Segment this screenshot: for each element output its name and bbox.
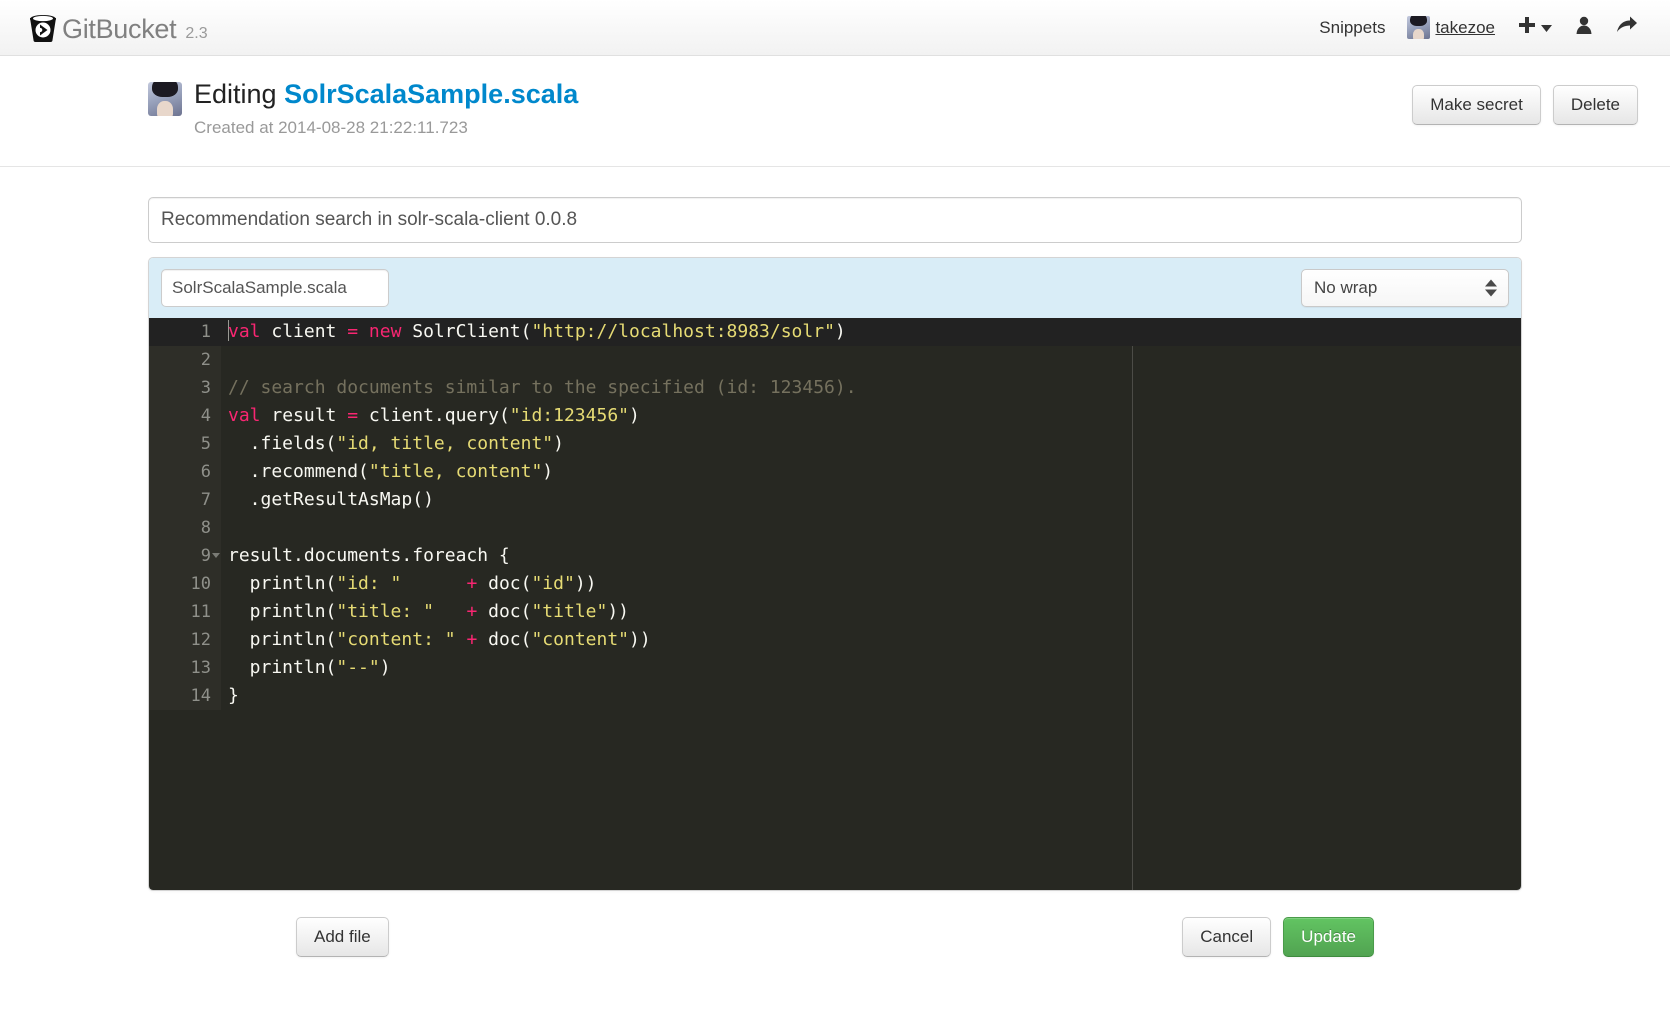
gitbucket-logo-icon bbox=[28, 15, 58, 43]
code-line[interactable]: 14} bbox=[149, 682, 1521, 710]
line-number: 11 bbox=[149, 598, 221, 626]
new-item-menu[interactable] bbox=[1517, 15, 1552, 40]
update-button[interactable]: Update bbox=[1283, 917, 1374, 958]
editor-toolbar: No wrap bbox=[149, 258, 1521, 318]
code-line[interactable]: 7 .getResultAsMap() bbox=[149, 486, 1521, 514]
nav-username: takezoe bbox=[1435, 17, 1495, 37]
line-code-text bbox=[221, 514, 1521, 542]
cancel-button[interactable]: Cancel bbox=[1182, 917, 1272, 958]
line-number: 9 bbox=[149, 542, 221, 570]
line-number: 12 bbox=[149, 626, 221, 654]
line-number: 8 bbox=[149, 514, 221, 542]
add-file-button[interactable]: Add file bbox=[296, 917, 389, 958]
code-line[interactable]: 3 // search documents similar to the spec… bbox=[149, 374, 1521, 402]
brand-name: GitBucket bbox=[62, 14, 177, 44]
line-code-text: val result = client.query("id:123456") bbox=[228, 405, 640, 426]
line-number: 2 bbox=[149, 346, 221, 374]
page-title: Editing SolrScalaSample.scala bbox=[194, 79, 578, 110]
delete-button[interactable]: Delete bbox=[1552, 85, 1638, 126]
line-number: 6 bbox=[149, 458, 221, 486]
nav-user-menu[interactable]: takezoe bbox=[1407, 16, 1495, 39]
code-editor-panel: No wrap 1val client = new SolrClient("ht… bbox=[148, 257, 1522, 891]
line-code-text: } bbox=[228, 685, 239, 706]
brand-logo-group[interactable]: GitBucket 2.3 bbox=[28, 10, 208, 45]
main-content: No wrap 1val client = new SolrClient("ht… bbox=[0, 167, 1670, 958]
code-line[interactable]: 8 bbox=[149, 514, 1521, 542]
line-code-text: println("--") bbox=[228, 657, 391, 678]
line-code-text bbox=[221, 346, 1521, 374]
code-line[interactable]: 11 println("title: " + doc("title")) bbox=[149, 598, 1521, 626]
file-name-input[interactable] bbox=[161, 269, 389, 307]
code-line[interactable]: 5 .fields("id, title, content") bbox=[149, 430, 1521, 458]
created-at-text: Created at 2014-08-28 21:22:11.723 bbox=[194, 117, 468, 137]
caret-down-icon bbox=[1541, 19, 1552, 37]
line-code-text: println("content: " + doc("content")) bbox=[228, 629, 651, 650]
owner-avatar bbox=[148, 82, 182, 116]
code-line[interactable]: 4 val result = client.query("id:123456") bbox=[149, 402, 1521, 430]
wrap-mode-select[interactable]: No wrap bbox=[1301, 269, 1509, 307]
line-code-text: result.documents.foreach { bbox=[228, 545, 510, 566]
plus-icon bbox=[1517, 15, 1537, 40]
line-number: 13 bbox=[149, 654, 221, 682]
code-line[interactable]: 13 println("--") bbox=[149, 654, 1521, 682]
brand-version: 2.3 bbox=[185, 25, 208, 42]
code-line[interactable]: 12 println("content: " + doc("content")) bbox=[149, 626, 1521, 654]
line-code-text: val client = new SolrClient("http://loca… bbox=[221, 318, 1521, 346]
line-code-text: .recommend("title, content") bbox=[228, 461, 554, 482]
person-icon bbox=[1574, 15, 1594, 40]
code-line[interactable]: 10 println("id: " + doc("id")) bbox=[149, 570, 1521, 598]
line-code-text: .getResultAsMap() bbox=[228, 489, 434, 510]
nav-link-snippets[interactable]: Snippets bbox=[1319, 18, 1385, 38]
line-number: 5 bbox=[149, 430, 221, 458]
snippet-title-input[interactable] bbox=[148, 197, 1522, 243]
wrap-mode-value: No wrap bbox=[1314, 278, 1378, 297]
line-code-text: println("id: " + doc("id")) bbox=[228, 573, 597, 594]
line-number: 4 bbox=[149, 402, 221, 430]
nav-right-group: Snippets takezoe bbox=[1319, 15, 1638, 40]
page-title-prefix: Editing bbox=[194, 79, 277, 109]
code-line[interactable]: 6 .recommend("title, content") bbox=[149, 458, 1521, 486]
page-title-group: Editing SolrScalaSample.scala Created at… bbox=[148, 79, 578, 138]
top-navigation-bar: GitBucket 2.3 Snippets takezoe bbox=[0, 0, 1670, 56]
code-editor[interactable]: 1 val client = new SolrClient("http://loc… bbox=[149, 318, 1521, 890]
signout-arrow-icon bbox=[1616, 15, 1638, 40]
make-secret-button[interactable]: Make secret bbox=[1412, 85, 1541, 126]
line-code-text: .fields("id, title, content") bbox=[228, 433, 564, 454]
line-code-text: // search documents similar to the speci… bbox=[228, 377, 857, 398]
line-number: 7 bbox=[149, 486, 221, 514]
code-line[interactable]: 1 val client = new SolrClient("http://loc… bbox=[149, 318, 1521, 346]
page-header: Editing SolrScalaSample.scala Created at… bbox=[0, 56, 1670, 167]
code-line[interactable]: 2 bbox=[149, 346, 1521, 374]
code-lines: 1 val client = new SolrClient("http://loc… bbox=[149, 318, 1521, 710]
signout-link[interactable] bbox=[1616, 15, 1638, 40]
page-title-file-link[interactable]: SolrScalaSample.scala bbox=[284, 79, 578, 109]
line-code-text: println("title: " + doc("title")) bbox=[228, 601, 630, 622]
line-number: 3 bbox=[149, 374, 221, 402]
code-line[interactable]: 9 result.documents.foreach { bbox=[149, 542, 1521, 570]
select-stepper-icon bbox=[1485, 279, 1497, 297]
profile-link[interactable] bbox=[1574, 15, 1594, 40]
line-number: 14 bbox=[149, 682, 221, 710]
line-number: 10 bbox=[149, 570, 221, 598]
line-number: 1 bbox=[149, 318, 221, 346]
footer-actions: Add file Cancel Update bbox=[148, 891, 1522, 958]
header-action-buttons: Make secret Delete bbox=[1412, 80, 1638, 126]
code-fold-icon[interactable] bbox=[212, 553, 220, 558]
avatar bbox=[1407, 16, 1431, 39]
